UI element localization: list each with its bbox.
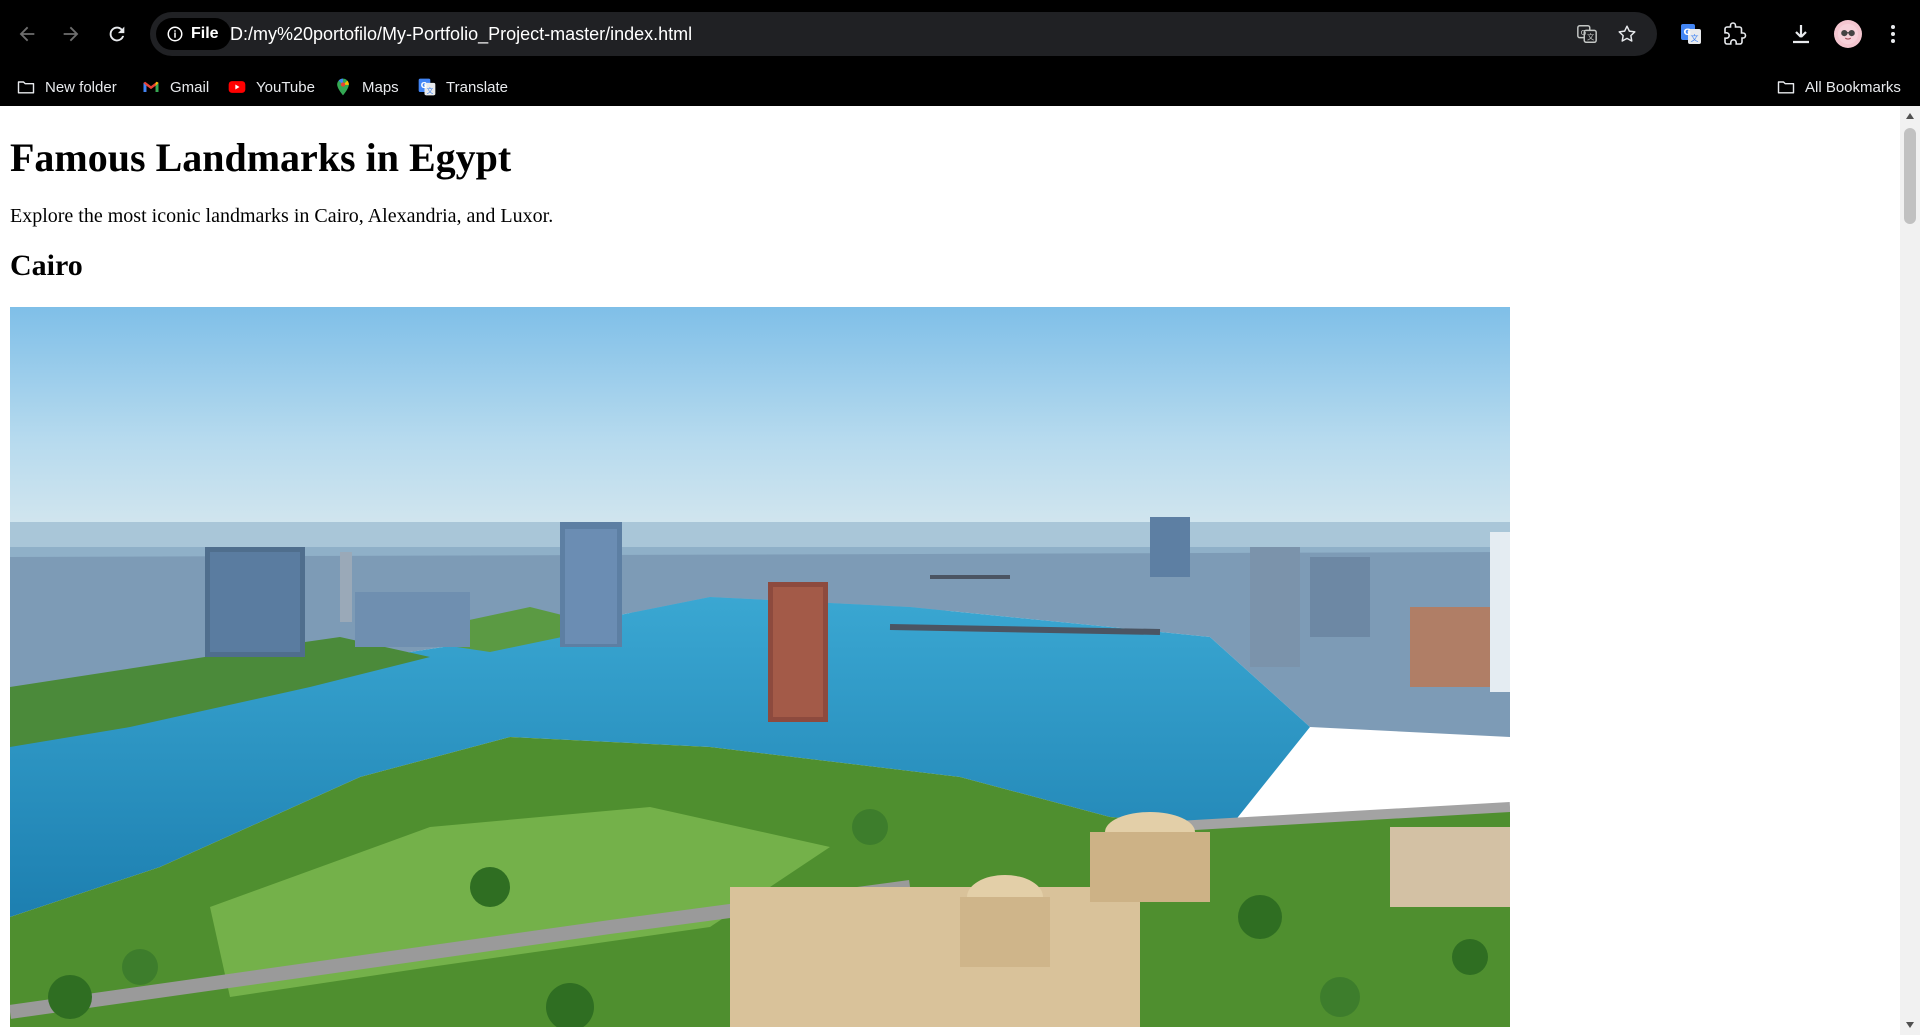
folder-icon [1777, 81, 1795, 94]
bookmark-gmail[interactable]: Gmail [141, 72, 209, 102]
section-heading-cairo: Cairo [10, 249, 83, 282]
bookmark-star-icon[interactable] [1615, 22, 1639, 46]
bookmark-label: Maps [362, 78, 399, 96]
bookmark-label: Gmail [170, 78, 210, 96]
svg-text:文: 文 [1587, 33, 1595, 42]
bookmark-translate[interactable]: G文 Translate [417, 72, 508, 102]
forward-button[interactable] [53, 16, 89, 52]
folder-icon [17, 81, 35, 94]
browser-chrome: File D:/my%20portofilo/My-Portfolio_Proj… [0, 0, 1920, 106]
info-icon [167, 26, 183, 42]
downloads-icon[interactable] [1787, 20, 1815, 48]
intro-paragraph: Explore the most iconic landmarks in Cai… [10, 205, 554, 227]
bookmark-new-folder[interactable]: New folder [16, 72, 117, 102]
translate-icon: G文 [418, 78, 436, 96]
page-viewport: Famous Landmarks in Egypt Explore the mo… [0, 106, 1900, 1035]
site-info-chip[interactable]: File [156, 18, 231, 50]
all-bookmarks-label: All Bookmarks [1805, 78, 1901, 96]
scroll-up-arrow-icon[interactable] [1900, 106, 1920, 126]
page-content: Famous Landmarks in Egypt Explore the mo… [0, 106, 1900, 1027]
page-scrollbar[interactable] [1900, 106, 1920, 1035]
maps-icon [337, 78, 349, 96]
extensions-puzzle-icon[interactable] [1721, 20, 1749, 48]
gmail-icon [143, 81, 159, 92]
back-button[interactable] [9, 16, 45, 52]
bookmark-label: New folder [45, 78, 117, 96]
bookmark-youtube[interactable]: YouTube [227, 72, 315, 102]
site-info-label: File [191, 25, 219, 42]
page-title: Famous Landmarks in Egypt [10, 135, 512, 180]
bookmark-label: YouTube [256, 78, 315, 96]
bookmark-label: Translate [446, 78, 508, 96]
google-translate-extension-icon[interactable]: G文 [1677, 20, 1705, 48]
scrollbar-thumb[interactable] [1904, 128, 1916, 224]
bookmark-maps[interactable]: Maps [333, 72, 399, 102]
youtube-icon [228, 81, 246, 93]
translate-page-icon[interactable]: G文 [1575, 22, 1599, 46]
svg-text:G: G [1581, 28, 1587, 37]
browser-toolbar: File D:/my%20portofilo/My-Portfolio_Proj… [0, 0, 1920, 68]
back-arrow-icon [19, 26, 35, 42]
url-text[interactable]: D:/my%20portofilo/My-Portfolio_Project-m… [230, 12, 692, 56]
svg-text:文: 文 [427, 86, 434, 95]
bookmarks-bar: New folder Gmail YouTube Maps G文 Transla… [0, 68, 1920, 106]
forward-arrow-icon [63, 26, 79, 42]
menu-kebab-icon[interactable] [1879, 20, 1907, 48]
svg-text:文: 文 [1691, 33, 1699, 43]
address-bar[interactable]: File D:/my%20portofilo/My-Portfolio_Proj… [150, 12, 1657, 56]
scroll-down-arrow-icon[interactable] [1900, 1015, 1920, 1035]
cairo-landmark-image [10, 307, 1510, 1027]
all-bookmarks-button[interactable]: All Bookmarks [1776, 72, 1901, 102]
reload-button[interactable] [99, 16, 135, 52]
reload-icon [109, 26, 125, 42]
profile-avatar[interactable] [1834, 20, 1862, 48]
sunglasses-avatar-icon [1837, 23, 1859, 45]
